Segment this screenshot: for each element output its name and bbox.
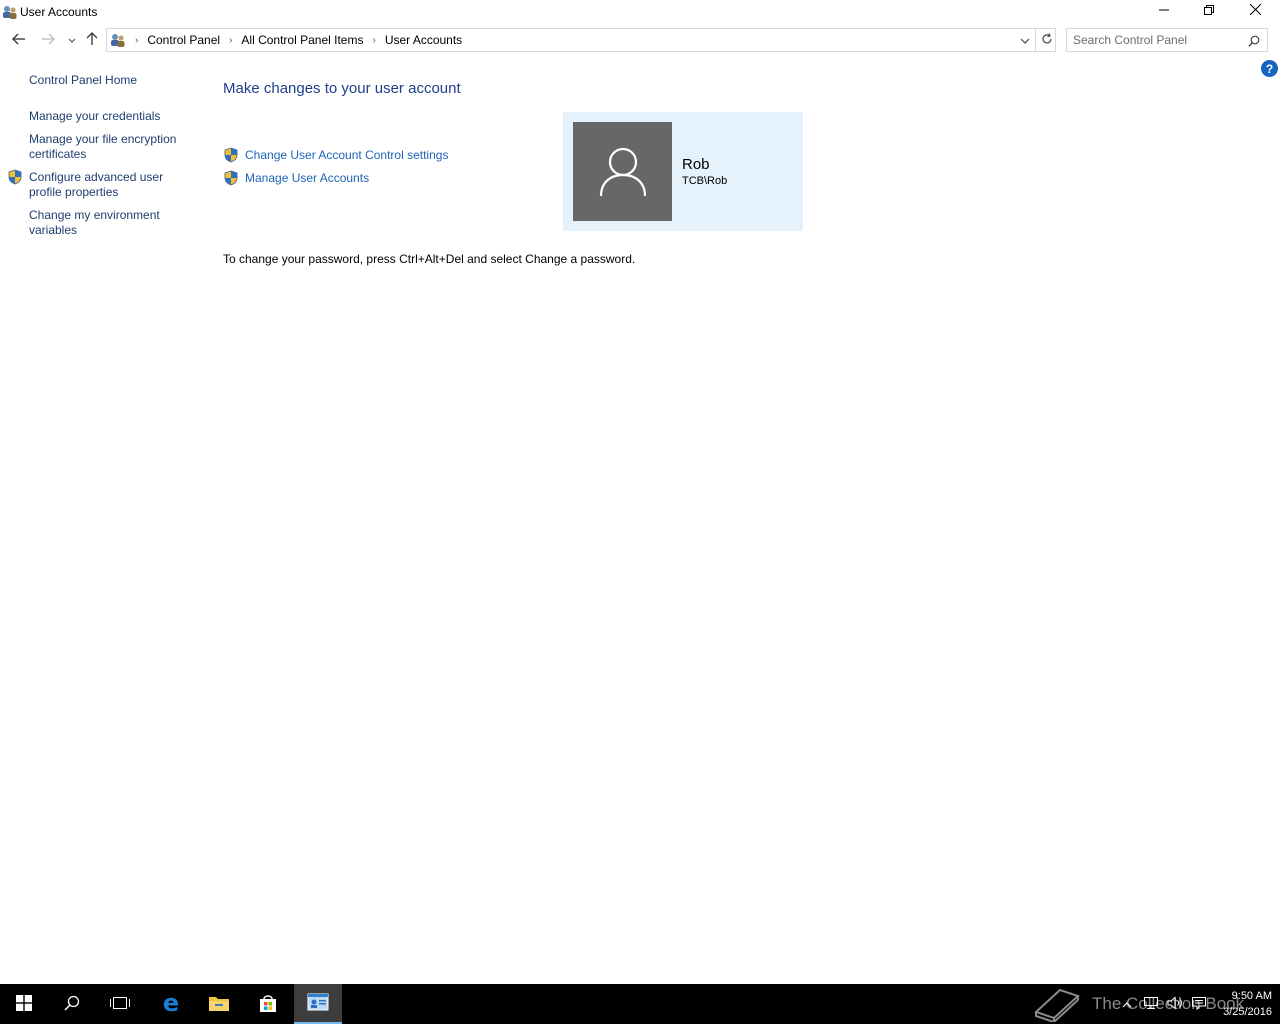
- folder-icon: [208, 994, 230, 1015]
- action-center-button[interactable]: [1190, 996, 1208, 1012]
- advanced-profile-properties-link[interactable]: Configure advanced user profile properti…: [29, 170, 189, 200]
- page-title: Make changes to your user account: [223, 80, 461, 97]
- uac-shield-icon: [223, 170, 239, 186]
- refresh-icon: [1041, 32, 1053, 48]
- back-button[interactable]: [9, 30, 29, 50]
- uac-shield-icon: [7, 169, 23, 185]
- chevron-down-icon: [68, 33, 76, 47]
- speaker-icon: [1167, 995, 1183, 1013]
- breadcrumb-user-accounts[interactable]: User Accounts: [385, 33, 462, 47]
- breadcrumb-all-items[interactable]: All Control Panel Items: [241, 33, 363, 47]
- chevron-up-icon: [1122, 997, 1132, 1011]
- search-box[interactable]: [1066, 28, 1268, 52]
- taskbar-clock[interactable]: 9:50 AM 3/25/2016: [1212, 988, 1272, 1020]
- control-panel-home-link[interactable]: Control Panel Home: [29, 73, 189, 88]
- restore-button[interactable]: [1186, 0, 1232, 22]
- book-logo-icon: [1030, 982, 1082, 1024]
- up-arrow-icon: [86, 31, 98, 49]
- back-arrow-icon: [12, 33, 26, 48]
- taskbar: e The Collection Book 9:50 AM 3/25/2016: [0, 984, 1280, 1024]
- user-account-panel: Rob TCB\Rob: [563, 112, 803, 231]
- clock-date: 3/25/2016: [1223, 1006, 1272, 1018]
- manage-user-accounts-link[interactable]: Manage User Accounts: [245, 171, 369, 185]
- search-taskbar-button[interactable]: [48, 984, 96, 1024]
- edge-icon: e: [160, 989, 182, 1017]
- user-account-id: TCB\Rob: [682, 175, 728, 187]
- breadcrumb: › Control Panel › All Control Panel Item…: [107, 29, 462, 51]
- window-title: User Accounts: [20, 5, 98, 19]
- task-view-button[interactable]: [96, 984, 144, 1024]
- breadcrumb-separator-icon[interactable]: ›: [229, 35, 232, 46]
- chevron-down-icon: [1020, 33, 1030, 47]
- refresh-button[interactable]: [1035, 29, 1057, 51]
- network-tray-button[interactable]: [1142, 996, 1160, 1012]
- breadcrumb-control-panel[interactable]: Control Panel: [147, 33, 220, 47]
- show-hidden-icons-button[interactable]: [1120, 996, 1134, 1012]
- close-button[interactable]: [1232, 0, 1278, 22]
- address-history-button[interactable]: [1015, 29, 1035, 51]
- title-bar: User Accounts: [0, 0, 1280, 24]
- user-silhouette-icon: [599, 147, 646, 196]
- password-instruction: To change your password, press Ctrl+Alt+…: [223, 252, 636, 266]
- breadcrumb-separator-icon[interactable]: ›: [135, 35, 138, 46]
- avatar: [573, 122, 672, 221]
- environment-variables-link[interactable]: Change my environment variables: [29, 208, 189, 238]
- minimize-button[interactable]: [1141, 0, 1187, 22]
- file-explorer-button[interactable]: [195, 984, 243, 1024]
- user-accounts-taskbar-button[interactable]: [294, 984, 342, 1024]
- restore-icon: [1204, 4, 1214, 18]
- search-icon: [64, 995, 80, 1014]
- breadcrumb-separator-icon[interactable]: ›: [372, 35, 375, 46]
- network-icon: [1143, 996, 1159, 1013]
- windows-logo-icon: [16, 994, 32, 1014]
- manage-credentials-link[interactable]: Manage your credentials: [29, 109, 189, 124]
- minimize-icon: [1159, 4, 1169, 18]
- clock-time: 9:50 AM: [1231, 990, 1272, 1002]
- navigation-bar: › Control Panel › All Control Panel Item…: [0, 26, 1280, 54]
- uac-shield-icon: [223, 147, 239, 163]
- start-button[interactable]: [0, 984, 48, 1024]
- recent-locations-button[interactable]: [62, 30, 82, 50]
- store-button[interactable]: [244, 984, 292, 1024]
- store-bag-icon: [258, 993, 278, 1016]
- forward-button[interactable]: [38, 30, 58, 50]
- control-panel-icon: [307, 993, 329, 1014]
- forward-arrow-icon: [41, 33, 55, 48]
- user-accounts-icon: [2, 4, 18, 20]
- user-name: Rob: [682, 156, 710, 173]
- search-input[interactable]: [1073, 32, 1243, 48]
- notification-icon: [1191, 996, 1207, 1013]
- change-uac-settings-link[interactable]: Change User Account Control settings: [245, 148, 448, 162]
- control-panel-icon: [110, 32, 126, 48]
- task-view-icon: [109, 995, 131, 1014]
- edge-browser-button[interactable]: e: [147, 984, 195, 1024]
- address-bar[interactable]: › Control Panel › All Control Panel Item…: [106, 28, 1056, 52]
- up-button[interactable]: [82, 30, 102, 50]
- volume-tray-button[interactable]: [1166, 995, 1184, 1013]
- help-icon[interactable]: ?: [1261, 60, 1278, 77]
- search-icon[interactable]: [1245, 32, 1263, 50]
- close-icon: [1249, 3, 1261, 18]
- svg-text:e: e: [163, 992, 179, 1014]
- file-encryption-certificates-link[interactable]: Manage your file encryption certificates: [29, 132, 189, 162]
